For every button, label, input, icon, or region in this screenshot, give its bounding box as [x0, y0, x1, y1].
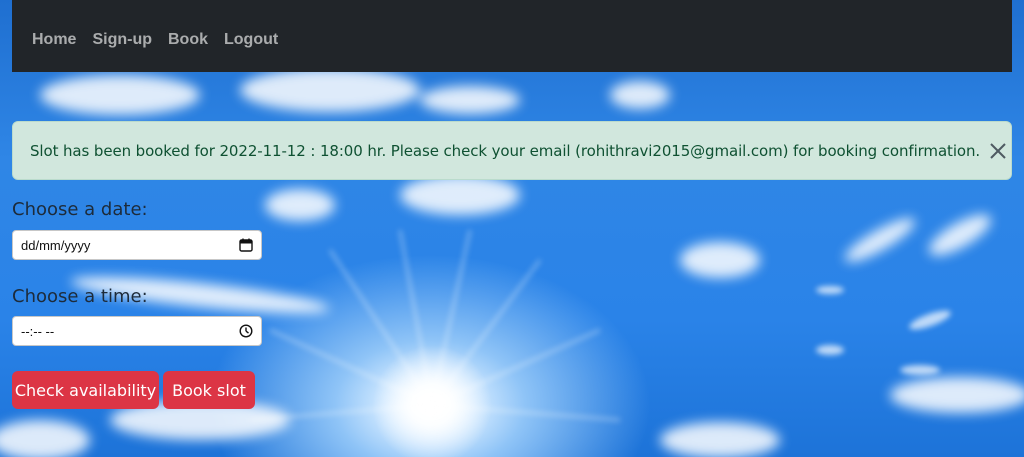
nav-home-link[interactable]: Home [32, 24, 76, 48]
nav-logout-link[interactable]: Logout [224, 24, 278, 48]
time-input[interactable]: --:-- -- [12, 316, 262, 346]
date-placeholder: dd/mm/yyyy [21, 237, 91, 253]
date-label: Choose a date: [12, 199, 148, 220]
check-availability-button[interactable]: Check availability [12, 371, 159, 409]
nav-book-link[interactable]: Book [168, 24, 208, 48]
booking-success-alert: Slot has been booked for 2022-11-12 : 18… [12, 121, 1012, 180]
nav-signup-link[interactable]: Sign-up [92, 24, 152, 48]
book-slot-button[interactable]: Book slot [163, 371, 255, 409]
top-navbar: Home Sign-up Book Logout [12, 0, 1012, 72]
date-input[interactable]: dd/mm/yyyy [12, 230, 262, 260]
calendar-icon[interactable] [239, 238, 253, 252]
clock-icon[interactable] [239, 324, 253, 338]
alert-message: Slot has been booked for 2022-11-12 : 18… [30, 141, 981, 160]
close-icon[interactable] [988, 141, 1008, 161]
time-label: Choose a time: [12, 286, 148, 307]
time-placeholder: --:-- -- [21, 323, 55, 339]
